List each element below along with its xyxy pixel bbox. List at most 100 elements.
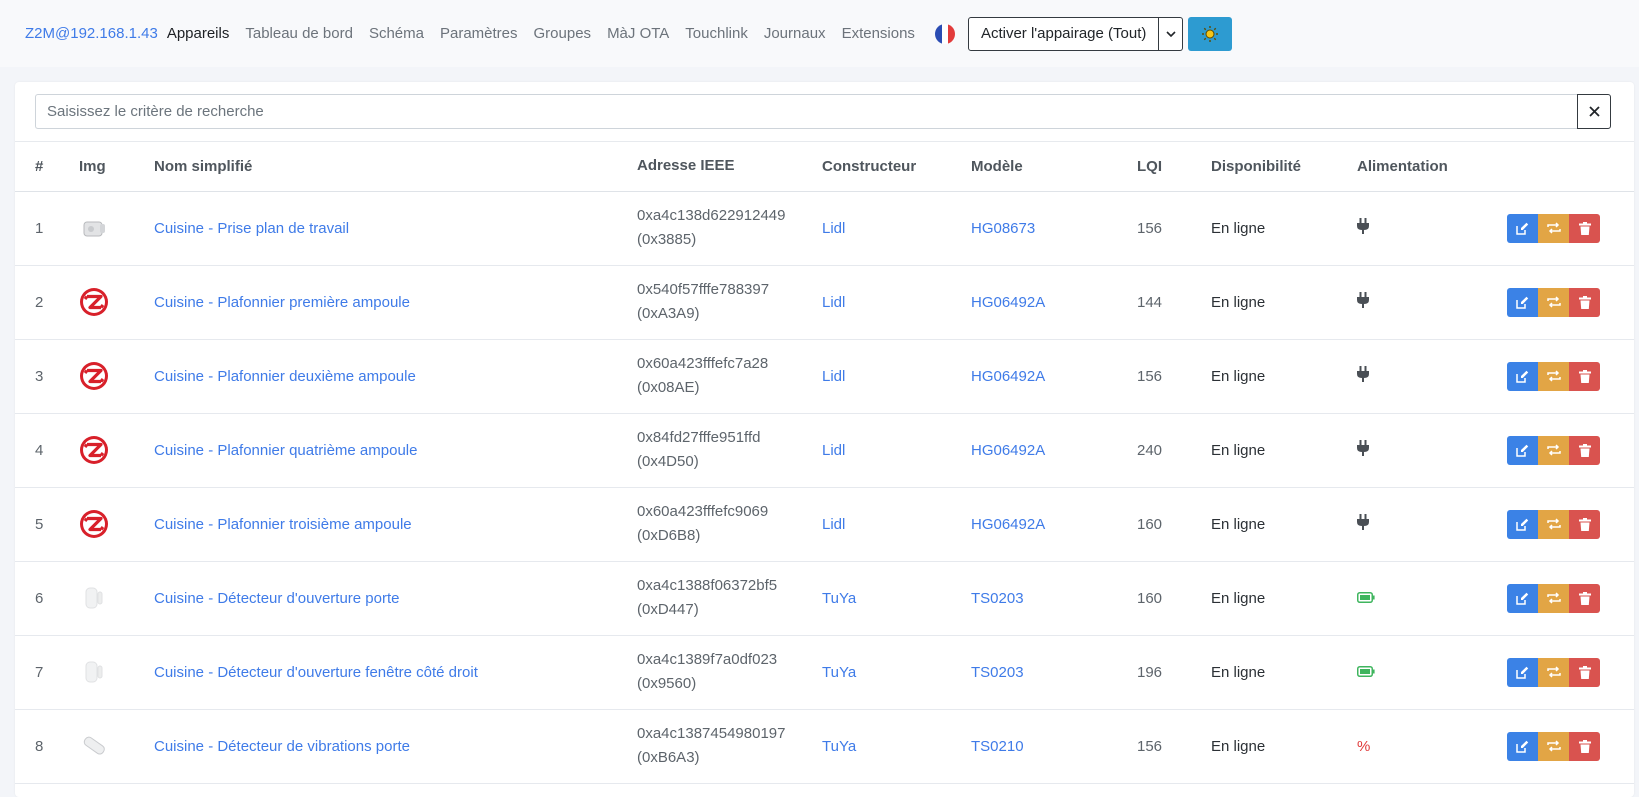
nav-settings[interactable]: Paramètres: [440, 25, 518, 42]
swap-icon: [1546, 222, 1561, 234]
model-link[interactable]: HG08673: [971, 220, 1035, 237]
model-link[interactable]: HG06492A: [971, 294, 1045, 311]
ieee-value: 0xa4c1389f7a0df023: [637, 651, 778, 668]
permit-join-button[interactable]: Activer l'appairage (Tout): [967, 16, 1160, 51]
col-header-name[interactable]: Nom simplifié: [154, 142, 637, 192]
reconfigure-button[interactable]: [1538, 213, 1569, 243]
device-name-link[interactable]: Cuisine - Détecteur d'ouverture porte: [154, 590, 400, 607]
col-header-model[interactable]: Modèle: [971, 142, 1137, 192]
model-link[interactable]: TS0203: [971, 590, 1024, 607]
brand-link[interactable]: Z2M@192.168.1.43: [25, 25, 158, 42]
reconfigure-button[interactable]: [1538, 509, 1569, 539]
search-input[interactable]: [35, 94, 1577, 129]
remove-button[interactable]: [1569, 509, 1600, 539]
device-name-link[interactable]: Cuisine - Détecteur d'ouverture fenêtre …: [154, 664, 478, 681]
reconfigure-button[interactable]: [1538, 583, 1569, 613]
col-header-index[interactable]: #: [15, 142, 79, 192]
power-source: [1357, 635, 1507, 710]
devices-card: # Img Nom simplifié Adresse IEEE Constru…: [15, 82, 1634, 797]
network-address: (0xD6B8): [637, 527, 701, 544]
col-header-power[interactable]: Alimentation: [1357, 142, 1507, 192]
nav-logs[interactable]: Journaux: [764, 25, 826, 42]
col-header-ieee[interactable]: Adresse IEEE: [637, 142, 822, 192]
trash-icon: [1578, 591, 1591, 605]
device-name-link[interactable]: Cuisine - Plafonnier quatrième ampoule: [154, 442, 417, 459]
nav-touchlink[interactable]: Touchlink: [685, 25, 748, 42]
remove-button[interactable]: [1569, 361, 1600, 391]
ieee-address: 0xa4c1387454980197 (0xB6A3): [637, 709, 822, 784]
availability-status: En ligne: [1211, 709, 1357, 784]
device-name-link[interactable]: Cuisine - Prise plan de travail: [154, 220, 349, 237]
remove-button[interactable]: [1569, 213, 1600, 243]
ieee-value: 0xa4c1387454980197: [637, 725, 786, 742]
remove-button[interactable]: [1569, 435, 1600, 465]
remove-button[interactable]: [1569, 731, 1600, 761]
rename-button[interactable]: [1507, 657, 1538, 687]
manufacturer-link[interactable]: Lidl: [822, 442, 845, 459]
remove-button[interactable]: [1569, 583, 1600, 613]
reconfigure-button[interactable]: [1538, 361, 1569, 391]
french-flag-icon[interactable]: [934, 23, 955, 44]
plug-icon: [1357, 440, 1369, 456]
device-image: [79, 635, 154, 710]
rename-button[interactable]: [1507, 583, 1538, 613]
battery-full-icon: [1357, 591, 1375, 603]
battery-full-icon: [1357, 665, 1375, 677]
plug-icon: [1357, 218, 1369, 234]
nav-ota[interactable]: MàJ OTA: [607, 25, 669, 42]
col-header-manufacturer[interactable]: Constructeur: [822, 142, 971, 192]
lqi-value: 160: [1137, 561, 1211, 636]
rename-button[interactable]: [1507, 213, 1538, 243]
manufacturer-link[interactable]: TuYa: [822, 664, 856, 681]
nav-dashboard[interactable]: Tableau de bord: [245, 25, 353, 42]
col-header-lqi[interactable]: LQI: [1137, 142, 1211, 192]
battery-percent-text: %: [1357, 737, 1371, 755]
edit-icon: [1516, 444, 1529, 457]
col-header-availability[interactable]: Disponibilité: [1211, 142, 1357, 192]
device-name-link[interactable]: Cuisine - Détecteur de vibrations porte: [154, 738, 410, 755]
manufacturer-link[interactable]: Lidl: [822, 220, 845, 237]
rename-button[interactable]: [1507, 287, 1538, 317]
rename-button[interactable]: [1507, 361, 1538, 391]
reconfigure-button[interactable]: [1538, 435, 1569, 465]
lqi-value: 196: [1137, 635, 1211, 710]
manufacturer-link[interactable]: Lidl: [822, 294, 845, 311]
ieee-address: 0xa4c138d622912449 (0x3885): [637, 191, 822, 266]
model-link[interactable]: HG06492A: [971, 368, 1045, 385]
ieee-address: 0x84fd27fffe951ffd (0x4D50): [637, 413, 822, 488]
nav-groups[interactable]: Groupes: [534, 25, 592, 42]
remove-button[interactable]: [1569, 287, 1600, 317]
trash-icon: [1578, 665, 1591, 679]
ieee-value: 0x60a423fffefc9069: [637, 503, 769, 520]
reconfigure-button[interactable]: [1538, 657, 1569, 687]
row-actions: [1507, 509, 1634, 539]
row-actions: [1507, 361, 1634, 391]
device-name-link[interactable]: Cuisine - Plafonnier première ampoule: [154, 294, 410, 311]
col-header-actions: [1507, 142, 1634, 192]
manufacturer-link[interactable]: TuYa: [822, 590, 856, 607]
model-link[interactable]: HG06492A: [971, 442, 1045, 459]
remove-button[interactable]: [1569, 657, 1600, 687]
model-link[interactable]: TS0203: [971, 664, 1024, 681]
rename-button[interactable]: [1507, 731, 1538, 761]
device-name-link[interactable]: Cuisine - Plafonnier troisième ampoule: [154, 516, 412, 533]
manufacturer-link[interactable]: TuYa: [822, 738, 856, 755]
theme-toggle-button[interactable]: [1188, 16, 1233, 51]
clear-search-button[interactable]: [1577, 94, 1611, 129]
chevron-down-icon[interactable]: [1159, 16, 1184, 51]
nav-extensions[interactable]: Extensions: [842, 25, 915, 42]
plug-icon: [1357, 514, 1369, 530]
manufacturer-link[interactable]: Lidl: [822, 368, 845, 385]
model-link[interactable]: HG06492A: [971, 516, 1045, 533]
nav-devices[interactable]: Appareils: [167, 25, 230, 42]
rename-button[interactable]: [1507, 435, 1538, 465]
reconfigure-button[interactable]: [1538, 731, 1569, 761]
device-name-link[interactable]: Cuisine - Plafonnier deuxième ampoule: [154, 368, 416, 385]
power-source: %: [1357, 709, 1507, 784]
row-index: 6: [15, 561, 79, 636]
model-link[interactable]: TS0210: [971, 738, 1024, 755]
manufacturer-link[interactable]: Lidl: [822, 516, 845, 533]
rename-button[interactable]: [1507, 509, 1538, 539]
nav-map[interactable]: Schéma: [369, 25, 424, 42]
reconfigure-button[interactable]: [1538, 287, 1569, 317]
